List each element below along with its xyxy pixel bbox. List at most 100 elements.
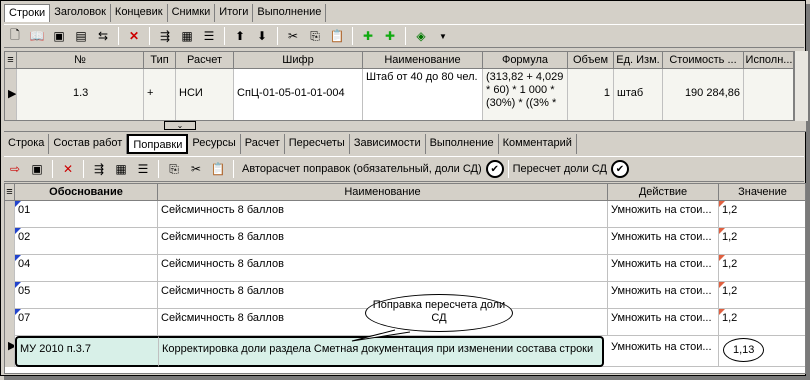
cell-basis[interactable]: 07 [15, 309, 158, 336]
col-header-num[interactable]: № [17, 52, 144, 69]
cell-value[interactable]: 1,2 [719, 201, 805, 228]
cell-basis[interactable]: МУ 2010 п.3.7 [15, 336, 158, 367]
insert-icon[interactable]: ⇶ [88, 159, 110, 179]
cell-unit[interactable]: штаб [614, 69, 663, 120]
cell-name[interactable]: Корректировка доли раздела Сметная докум… [158, 336, 604, 367]
paste-icon[interactable]: 📋 [326, 26, 348, 46]
cut-icon[interactable]: ✂ [185, 159, 207, 179]
tab-work-composition[interactable]: Состав работ [49, 134, 128, 154]
col-header-action[interactable]: Действие [608, 184, 719, 201]
arrow-up-icon[interactable]: ⬆ [229, 26, 251, 46]
col-header-exec[interactable]: Исполн... [744, 52, 793, 69]
cell-name[interactable]: Сейсмичность 8 баллов [158, 228, 608, 255]
cell-basis[interactable]: 02 [15, 228, 158, 255]
col-header-formula[interactable]: Формула [483, 52, 568, 69]
add-correction-icon[interactable]: ⇨ [4, 159, 26, 179]
col-header-unit[interactable]: Ед. Изм. [614, 52, 663, 69]
tab-row[interactable]: Строка [4, 134, 50, 154]
toolbar-separator [52, 160, 53, 178]
cell-num[interactable]: 1.3 [17, 69, 144, 120]
col-header-value[interactable]: Значение [719, 184, 805, 201]
delete-correction-icon[interactable]: ✕ [57, 159, 79, 179]
add-row-icon[interactable]: ✚ [357, 26, 379, 46]
delete-icon[interactable]: ✕ [123, 26, 145, 46]
cell-action[interactable]: Умножить на стои... [608, 255, 719, 282]
table-row[interactable]: 04 Сейсмичность 8 баллов Умножить на сто… [5, 255, 805, 282]
tab-totals[interactable]: Итоги [215, 4, 254, 22]
tab-execution[interactable]: Выполнение [253, 4, 327, 22]
table-row-selected[interactable]: ▶ МУ 2010 п.3.7 Корректировка доли разде… [5, 336, 805, 367]
cell-type[interactable]: + [144, 69, 176, 120]
cell-code[interactable]: СпЦ-01-05-01-01-004 [234, 69, 363, 120]
tab-snapshots[interactable]: Снимки [168, 4, 216, 22]
cell-value[interactable]: 1,2 [719, 255, 805, 282]
splitter[interactable]: ⌄ [4, 121, 806, 132]
table-icon[interactable]: ▦ [176, 26, 198, 46]
col-header-type[interactable]: Тип [144, 52, 176, 69]
cell-value[interactable]: 1,2 [719, 228, 805, 255]
cell-basis[interactable]: 01 [15, 201, 158, 228]
cell-action[interactable]: Умножить на стои... [608, 336, 719, 367]
cell-basis[interactable]: 05 [15, 282, 158, 309]
insert-icon[interactable]: ⇶ [154, 26, 176, 46]
tab-comment[interactable]: Комментарий [499, 134, 577, 154]
tab-resources[interactable]: Ресурсы [188, 134, 241, 154]
cell-value[interactable]: 1,13 [719, 336, 805, 367]
cell-formula[interactable]: (313,82 + 4,029 * 60) * 1 000 * (30%) * … [483, 69, 568, 120]
cell-action[interactable]: Умножить на стои... [608, 282, 719, 309]
upper-grid: ≡ № Тип Расчет Шифр Наименование Формула… [4, 51, 794, 121]
tab-recalculations[interactable]: Пересчеты [285, 134, 350, 154]
book-icon[interactable]: 📖 [26, 26, 48, 46]
col-header-name[interactable]: Наименование [363, 52, 483, 69]
paste-icon[interactable]: 📋 [207, 159, 229, 179]
cell-value[interactable]: 1,2 [719, 282, 805, 309]
col-header-basis[interactable]: Обоснование [15, 184, 158, 201]
tab-rows[interactable]: Строки [4, 4, 51, 22]
tab-footer[interactable]: Концевик [111, 4, 168, 22]
save-icon[interactable]: ▣ [48, 26, 70, 46]
cell-name[interactable]: Штаб от 40 до 80 чел. [363, 69, 483, 120]
cell-calc[interactable]: НСИ [176, 69, 234, 120]
col-header-volume[interactable]: Объем [568, 52, 614, 69]
cell-exec[interactable] [744, 69, 793, 120]
tab-header[interactable]: Заголовок [50, 4, 111, 22]
cell-cost[interactable]: 190 284,86 [663, 69, 744, 120]
cell-action[interactable]: Умножить на стои... [608, 201, 719, 228]
arrow-down-icon[interactable]: ⬇ [251, 26, 273, 46]
tab-execution-lower[interactable]: Выполнение [426, 134, 499, 154]
recalc-checkbox[interactable]: ✔ [610, 160, 629, 178]
copy-icon[interactable]: ⎘ [304, 26, 326, 46]
cell-action[interactable]: Умножить на стои... [608, 228, 719, 255]
upper-vertical-scrollbar[interactable] [794, 51, 808, 121]
cut-icon[interactable]: ✂ [282, 26, 304, 46]
tab-dependencies[interactable]: Зависимости [350, 134, 426, 154]
cell-name[interactable]: Сейсмичность 8 баллов [158, 201, 608, 228]
corrections-grid: ≡ Обоснование Наименование Действие Знач… [4, 183, 806, 374]
splitter-handle-icon[interactable]: ⌄ [164, 121, 196, 130]
col-header-cost[interactable]: Стоимость ... [663, 52, 744, 69]
cell-basis[interactable]: 04 [15, 255, 158, 282]
tab-calculation[interactable]: Расчет [241, 134, 285, 154]
copy-icon[interactable]: ⎘ [163, 159, 185, 179]
col-header-name[interactable]: Наименование [158, 184, 608, 201]
cell-action[interactable]: Умножить на стои... [608, 309, 719, 336]
tab-corrections[interactable]: Поправки [127, 134, 189, 154]
cell-value[interactable]: 1,2 [719, 309, 805, 336]
col-header-calc[interactable]: Расчет [176, 52, 234, 69]
col-header-code[interactable]: Шифр [234, 52, 363, 69]
list-icon[interactable]: ☰ [198, 26, 220, 46]
cell-volume[interactable]: 1 [568, 69, 614, 120]
fill-icon[interactable]: ◈ [410, 26, 432, 46]
list-icon[interactable]: ☰ [132, 159, 154, 179]
page-icon[interactable]: ▤ [70, 26, 92, 46]
move-icon[interactable]: ⇆ [92, 26, 114, 46]
add-subrow-icon[interactable]: ✚ [379, 26, 401, 46]
edit-icon[interactable]: ▣ [26, 159, 48, 179]
table-row[interactable]: 02 Сейсмичность 8 баллов Умножить на сто… [5, 228, 805, 255]
new-doc-icon[interactable]: 🗋 [4, 26, 26, 46]
chevron-down-icon[interactable]: ▼ [432, 26, 454, 46]
table-icon[interactable]: ▦ [110, 159, 132, 179]
cell-name[interactable]: Сейсмичность 8 баллов [158, 255, 608, 282]
auto-calc-checkbox[interactable]: ✔ [485, 160, 504, 178]
table-row[interactable]: 01 Сейсмичность 8 баллов Умножить на сто… [5, 201, 805, 228]
